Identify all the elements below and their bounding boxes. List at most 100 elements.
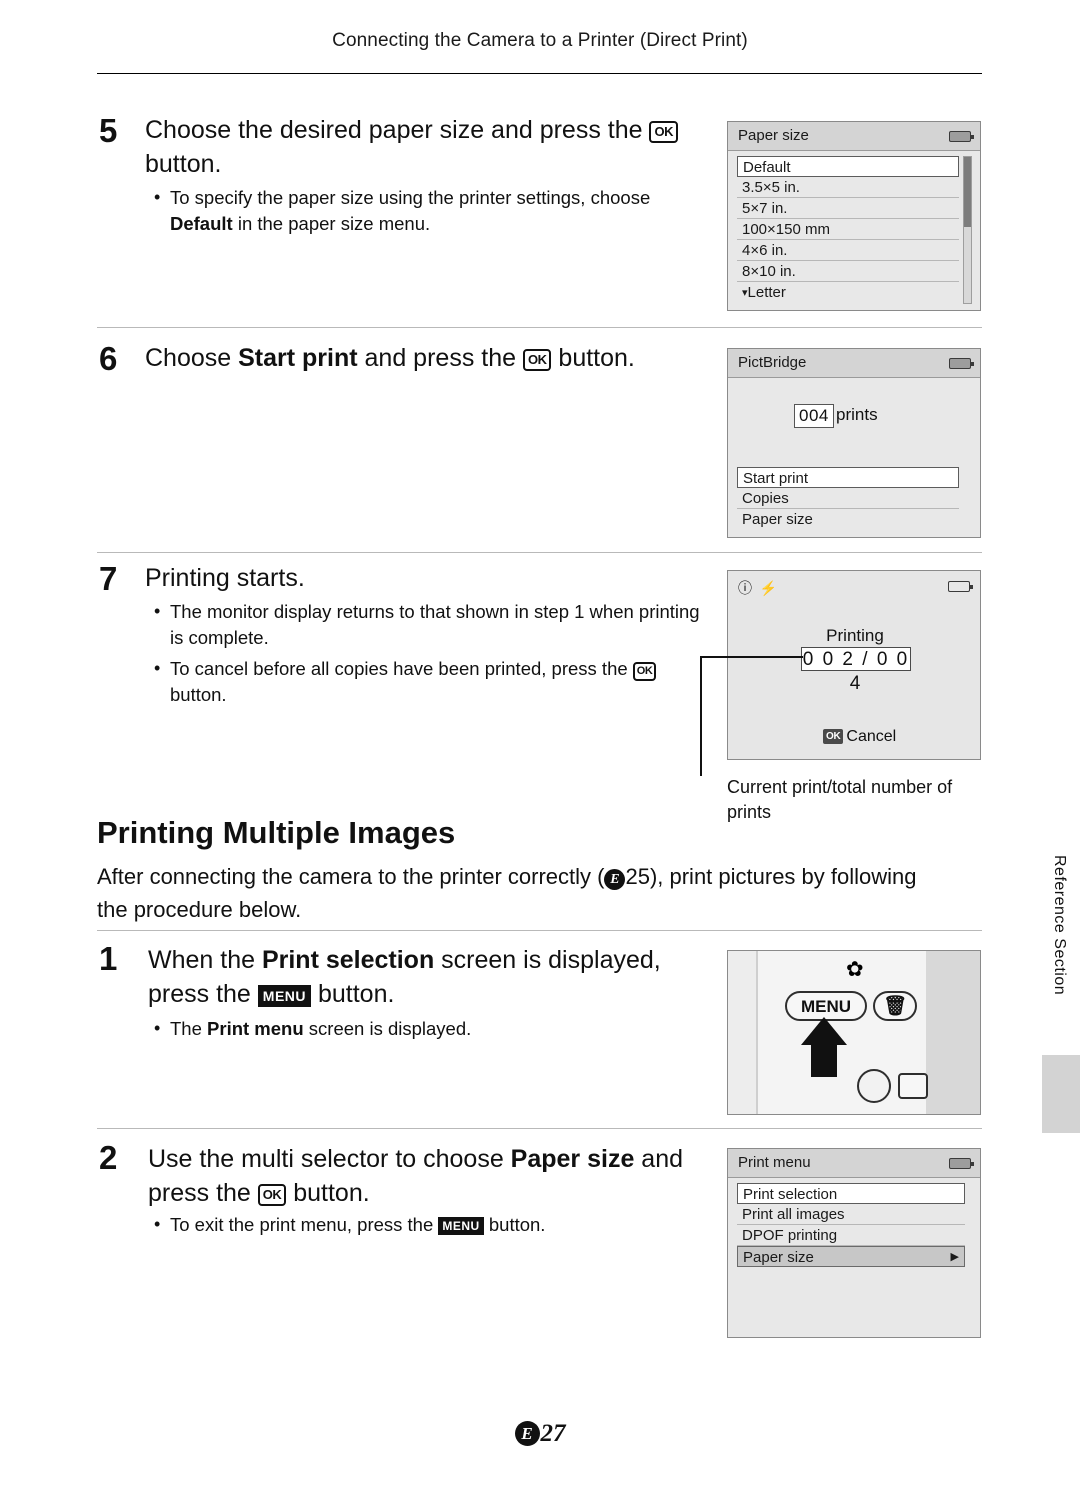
section-intro-pre: After connecting the camera to the print… <box>97 864 605 889</box>
step-7-number: 7 <box>99 560 118 597</box>
multi-step-1-bullet-bold: Print menu <box>207 1018 304 1039</box>
multi-step-2-title-pre: Use the multi selector to choose <box>148 1145 511 1173</box>
chevron-right-icon: ▶ <box>950 1251 959 1263</box>
bullet-dot-icon: • <box>154 1214 161 1234</box>
paper-size-item-100x150[interactable]: 100×150 mm <box>737 219 959 240</box>
multi-step-1-title-bold: Print selection <box>261 946 435 974</box>
pointer-arrow-shaft <box>811 1043 837 1077</box>
multi-step-1-bullet-pre: The <box>170 1018 208 1039</box>
multi-step-1-bullet-post: screen is displayed. <box>303 1018 472 1039</box>
print-menu-item-paper-size[interactable]: Paper size ▶ <box>737 1246 965 1267</box>
paper-size-scrollbar[interactable] <box>963 156 972 304</box>
battery-icon <box>948 581 973 592</box>
multi-step-2-title: Use the multi selector to choose Paper s… <box>148 1143 708 1211</box>
bullet-dot-icon: • <box>154 1018 161 1038</box>
divider-3 <box>97 930 982 931</box>
paper-size-item-8x10[interactable]: 8×10 in. <box>737 261 959 282</box>
multi-step-1-number: 1 <box>99 940 118 977</box>
e-reference-icon: E <box>604 869 626 890</box>
printing-caption: Current print/total number of prints <box>727 777 953 823</box>
step-6-title-mid: and press the <box>357 344 523 372</box>
ok-button-glyph: OK <box>522 349 552 371</box>
trash-button[interactable]: 🗑 <box>873 991 917 1021</box>
ok-button-glyph: OK <box>649 121 678 143</box>
paper-size-item-3_5x5[interactable]: 3.5×5 in. <box>737 177 959 198</box>
paper-size-scroll-thumb[interactable] <box>964 157 971 227</box>
caption-leader-horizontal <box>700 656 803 658</box>
paper-size-item-4x6[interactable]: 4×6 in. <box>737 240 959 261</box>
step-6-title-post: button. <box>551 344 635 372</box>
menu-button-glyph: MENU <box>438 1217 484 1235</box>
page-number-value: 27 <box>540 1420 566 1447</box>
print-menu-item-paper-size-label: Paper size <box>743 1249 814 1266</box>
step-6-title-bold: Start print <box>238 344 358 372</box>
camera-side-button[interactable] <box>898 1073 928 1099</box>
section-intro-ref: 25 <box>625 864 650 889</box>
ok-button-glyph: OK <box>632 662 657 681</box>
section-heading: Printing Multiple Images <box>97 815 456 850</box>
step-5-bullet-post: in the paper size menu. <box>232 213 431 235</box>
divider-1 <box>97 327 982 328</box>
multi-step-1-title: When the Print selection screen is displ… <box>148 944 713 1012</box>
multi-step-1-bullet: • The Print menu screen is displayed. <box>154 1016 690 1042</box>
printing-label: Printing <box>826 626 884 645</box>
battery-icon <box>949 1158 974 1169</box>
bullet-dot-icon: • <box>154 187 161 207</box>
flash-icon: ⚡ <box>759 580 778 596</box>
e-page-icon: E <box>514 1421 540 1446</box>
step-5-title-pre: Choose the desired paper size and press … <box>145 116 650 144</box>
pictbridge-item-copies[interactable]: Copies <box>737 488 959 509</box>
paper-size-item-default[interactable]: Default <box>737 156 959 177</box>
paper-size-titlebar: Paper size <box>728 122 980 151</box>
pictbridge-item-start-print[interactable]: Start print <box>737 467 959 488</box>
step-7-bullet-1-text: The monitor display returns to that show… <box>170 601 700 649</box>
step-7-title: Printing starts. <box>145 564 305 592</box>
print-menu-item-print-all-images[interactable]: Print all images <box>737 1204 965 1225</box>
multi-step-1-title-post: button. <box>311 979 395 1008</box>
print-menu-item-dpof-printing[interactable]: DPOF printing <box>737 1225 965 1246</box>
print-menu-screen: Print menu Print selection Print all ima… <box>727 1148 981 1338</box>
pointer-arrow-head <box>801 1017 847 1045</box>
printing-cancel-label: Cancel <box>846 728 897 745</box>
step-5-title: Choose the desired paper size and press … <box>145 114 690 182</box>
pictbridge-print-count: 004 <box>794 404 834 428</box>
multi-step-1-title-pre: When the <box>148 946 262 974</box>
paper-size-title: Paper size <box>738 127 809 144</box>
multi-step-2-number: 2 <box>99 1139 118 1176</box>
multi-step-2-title-post: button. <box>286 1178 370 1207</box>
step-5-bullet-bold: Default <box>170 213 233 235</box>
pictbridge-item-paper-size[interactable]: Paper size <box>737 509 959 530</box>
camera-dial-icon <box>857 1069 891 1103</box>
step-7-bullet-2: • To cancel before all copies have been p… <box>154 656 705 709</box>
exclamation-icon: ⓘ <box>738 580 752 596</box>
page-header: Connecting the Camera to a Printer (Dire… <box>332 30 748 51</box>
macro-flower-icon: ✿ <box>846 958 864 981</box>
step-5-bullet-pre: To specify the paper size using the prin… <box>170 187 651 208</box>
ok-button-icon: OK <box>823 729 844 744</box>
multi-step-2-bullet-pre: To exit the print menu, press the <box>170 1214 439 1235</box>
side-tab-marker <box>1042 1055 1080 1133</box>
camera-grip <box>926 951 980 1114</box>
paper-size-item-5x7[interactable]: 5×7 in. <box>737 198 959 219</box>
menu-button-glyph: MENU <box>257 984 312 1007</box>
side-tab-label: Reference Section <box>1051 855 1068 996</box>
step-6-title-pre: Choose <box>145 344 239 372</box>
printing-cancel[interactable]: OK Cancel <box>823 728 896 746</box>
multi-step-2-bullet: • To exit the print menu, press the MENU … <box>154 1212 690 1238</box>
paper-size-item-letter[interactable]: ▾Letter <box>737 282 959 303</box>
step-5-title-post: button. <box>145 149 222 178</box>
paper-size-item-letter-label: Letter <box>747 284 786 301</box>
multi-step-2-title-bold: Paper size <box>510 1145 635 1173</box>
ok-button-glyph: OK <box>257 1183 287 1206</box>
print-menu-item-print-selection[interactable]: Print selection <box>737 1183 965 1204</box>
button-separator <box>866 991 874 1021</box>
caption-leader-vertical <box>700 656 702 776</box>
pictbridge-print-count-label: prints <box>836 405 878 424</box>
bullet-dot-icon: • <box>154 601 161 621</box>
pictbridge-titlebar: PictBridge <box>728 349 980 378</box>
pictbridge-screen: PictBridge 004 prints Start print Copies… <box>727 348 981 538</box>
step-6-number: 6 <box>99 340 118 377</box>
paper-size-screen: Paper size Default 3.5×5 in. 5×7 in. 100… <box>727 121 981 311</box>
multi-step-2-bullet-post: button. <box>483 1214 546 1235</box>
print-menu-title: Print menu <box>738 1154 811 1171</box>
